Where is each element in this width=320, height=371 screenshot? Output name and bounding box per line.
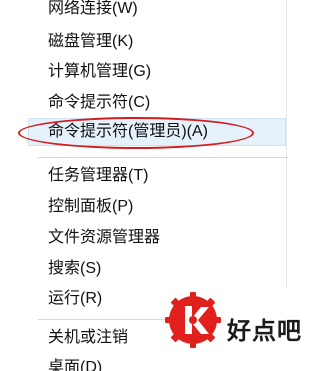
watermark: 好点吧 [155, 288, 302, 371]
menu-item-command-prompt[interactable]: 命令提示符(C) [28, 89, 286, 117]
stylized-k-gear-icon [165, 292, 221, 348]
menu-item-control-panel[interactable]: 控制面板(P) [28, 193, 286, 221]
menu-item-network-connections[interactable]: 网络连接(W) [28, 0, 286, 23]
menu-item-task-manager[interactable]: 任务管理器(T) [28, 162, 286, 190]
menu-divider [38, 157, 288, 158]
menu-item-file-explorer[interactable]: 文件资源管理器 [28, 224, 286, 252]
menu-item-computer-management[interactable]: 计算机管理(G) [28, 58, 286, 86]
menu-item-disk-management[interactable]: 磁盘管理(K) [28, 28, 286, 56]
watermark-brand-text: 好点吧 [227, 317, 302, 345]
menu-item-command-prompt-admin[interactable]: 命令提示符(管理员)(A) [28, 118, 286, 146]
menu-item-search[interactable]: 搜索(S) [28, 255, 286, 283]
